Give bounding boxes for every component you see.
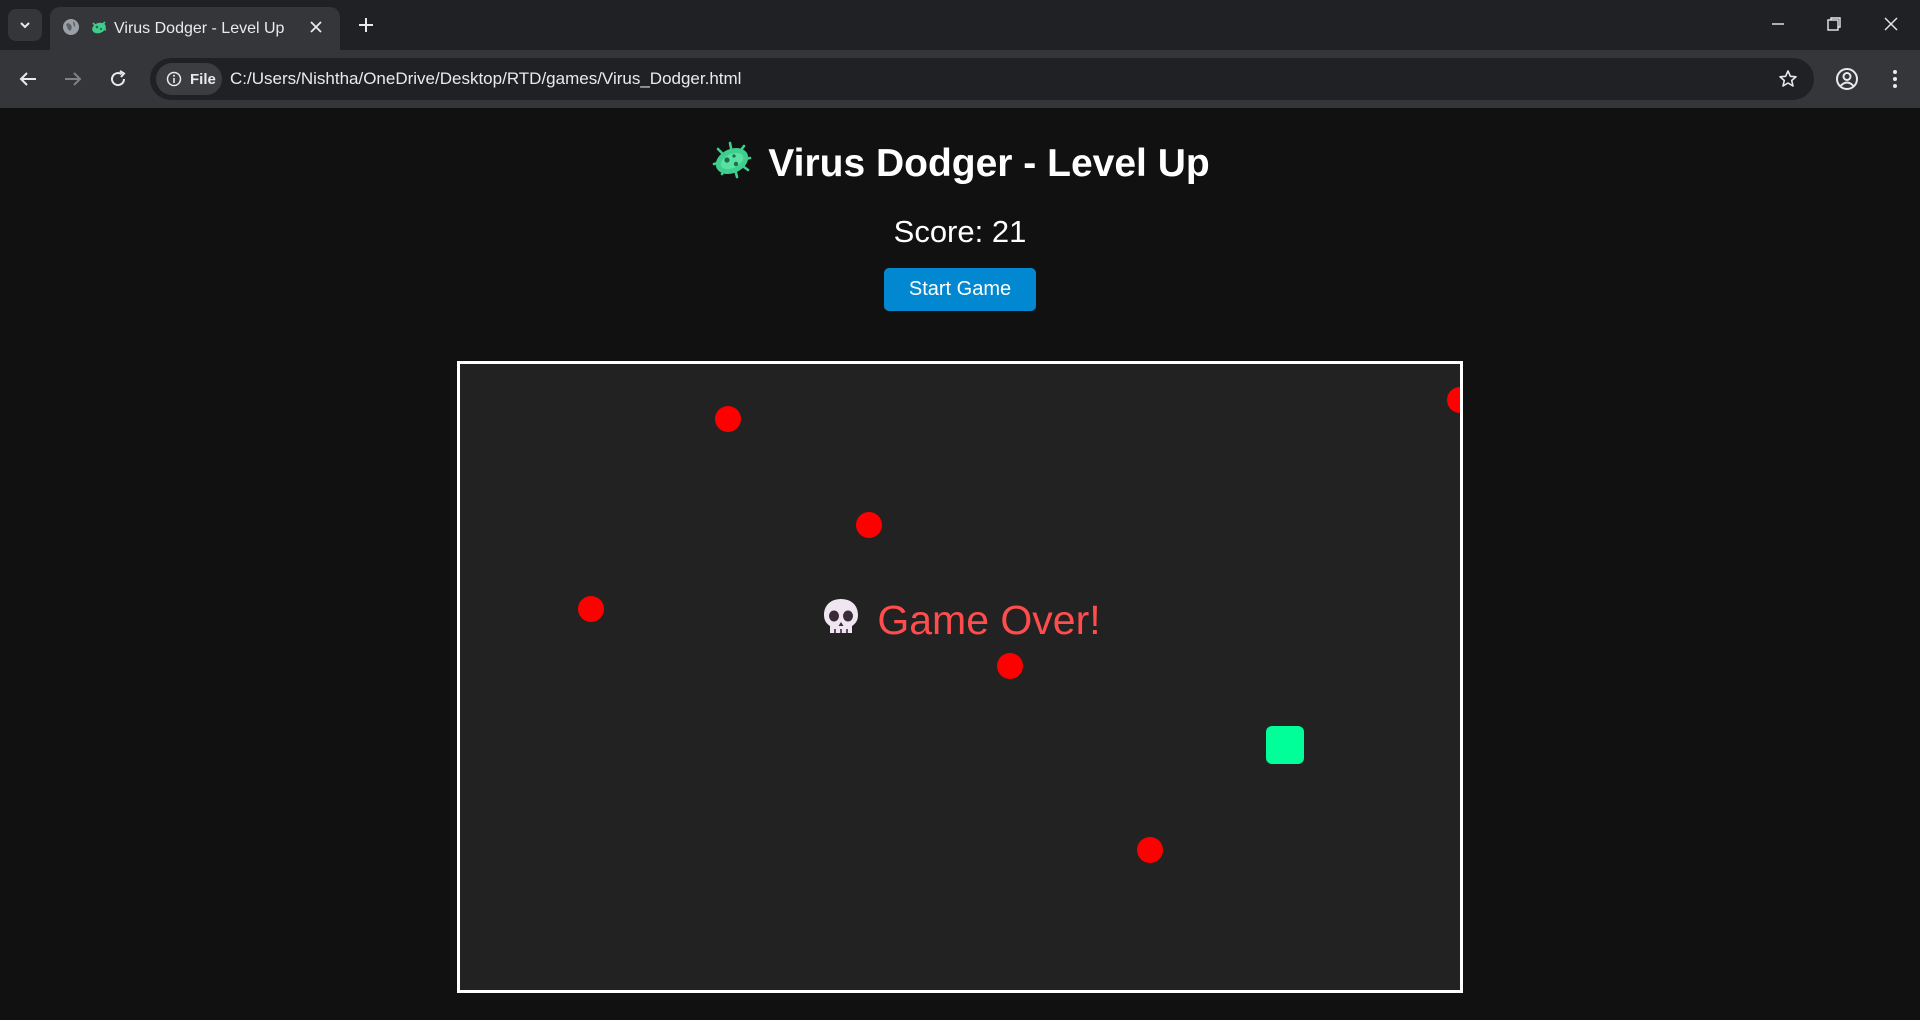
game-over-message: Game Over! [460, 596, 1460, 644]
browser-toolbar: File C:/Users/Nishtha/OneDrive/Desktop/R… [0, 50, 1920, 108]
close-icon[interactable] [308, 19, 324, 35]
virus [1137, 837, 1163, 863]
new-tab-icon[interactable] [354, 13, 378, 37]
score-display: Score: 21 [893, 214, 1027, 249]
start-game-button[interactable]: Start Game [884, 268, 1036, 311]
microbe-icon [712, 141, 752, 179]
window-close-icon[interactable] [1881, 14, 1901, 34]
virus [856, 512, 882, 538]
virus [1447, 387, 1460, 413]
minimize-icon[interactable] [1768, 14, 1788, 34]
restore-icon[interactable] [1824, 14, 1844, 34]
page-title: Virus Dodger - Level Up [0, 140, 1920, 186]
forward-icon[interactable] [61, 67, 85, 91]
globe-icon [63, 19, 79, 35]
menu-icon[interactable] [1882, 66, 1908, 92]
microbe-icon [92, 21, 107, 34]
profile-icon[interactable] [1834, 66, 1860, 92]
back-icon[interactable] [16, 67, 40, 91]
info-icon [166, 71, 182, 87]
tab-list-button[interactable] [8, 9, 42, 41]
scheme-label: File [190, 71, 216, 88]
game-canvas[interactable]: Game Over! [457, 361, 1463, 993]
site-info-chip[interactable]: File [156, 63, 222, 95]
virus [715, 406, 741, 432]
address-bar[interactable]: File C:/Users/Nishtha/OneDrive/Desktop/R… [150, 58, 1814, 100]
virus [997, 653, 1023, 679]
tab-strip: Virus Dodger - Level Up [0, 0, 1920, 50]
bookmark-star-icon[interactable] [1778, 69, 1798, 89]
title-text: Virus Dodger - Level Up [768, 142, 1210, 185]
tab-title: Virus Dodger - Level Up [114, 20, 285, 37]
skull-icon [824, 599, 859, 633]
chevron-down-icon [20, 22, 30, 29]
game-over-text: Game Over! [877, 597, 1101, 643]
player[interactable] [1266, 726, 1304, 764]
url-text[interactable]: C:/Users/Nishtha/OneDrive/Desktop/RTD/ga… [230, 69, 741, 89]
browser-tab[interactable]: Virus Dodger - Level Up [50, 7, 340, 50]
reload-icon[interactable] [106, 67, 130, 91]
page-content: Virus Dodger - Level Up Score: 21 Start … [0, 108, 1920, 1020]
